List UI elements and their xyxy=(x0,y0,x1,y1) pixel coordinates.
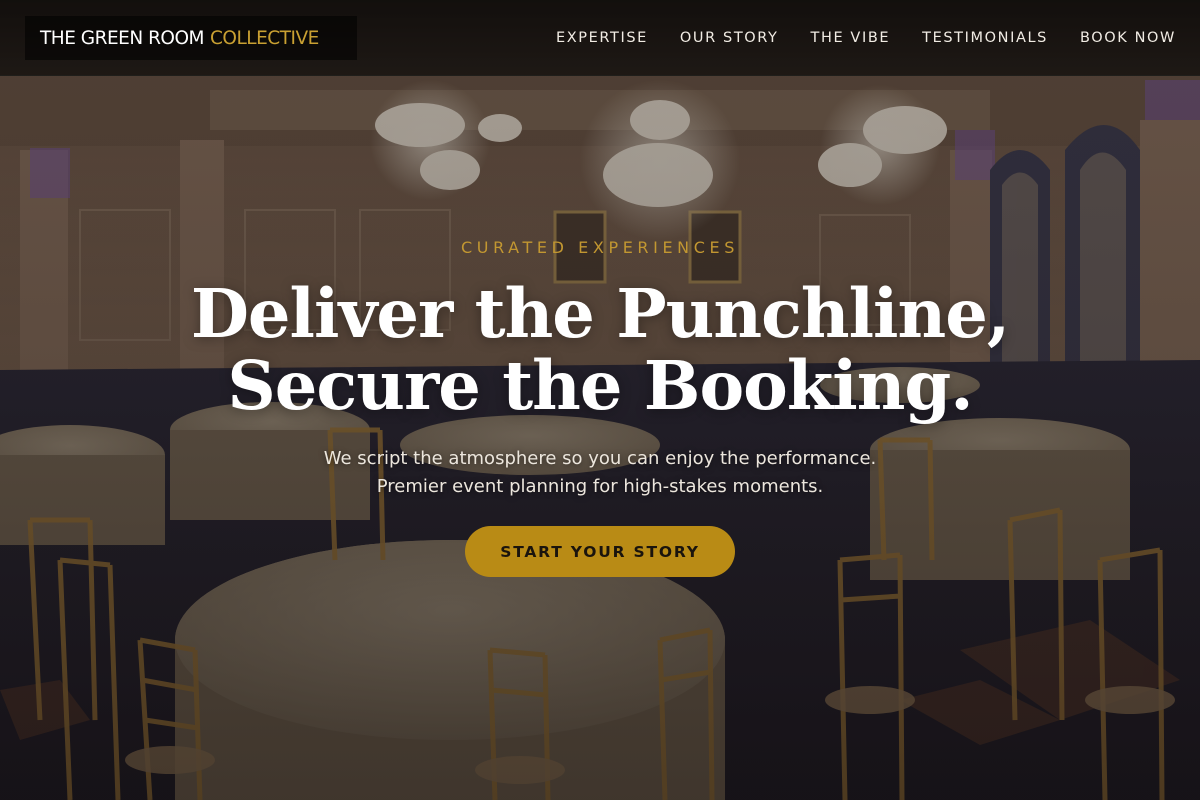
hero-eyebrow: CURATED EXPERIENCES xyxy=(461,238,739,257)
hero-subtext-line1: We script the atmosphere so you can enjo… xyxy=(323,448,877,469)
hero-headline-line2: Secure the Booking. xyxy=(227,346,973,425)
hero-headline: Deliver the Punchline, Secure the Bookin… xyxy=(0,278,1200,422)
hero-headline-line1: Deliver the Punchline, xyxy=(190,274,1010,353)
start-your-story-button[interactable]: START YOUR STORY xyxy=(465,526,735,577)
hero-subtext: We script the atmosphere so you can enjo… xyxy=(0,445,1200,501)
hero-section: CURATED EXPERIENCES Deliver the Punchlin… xyxy=(0,0,1200,800)
hero-subtext-line2: Premier event planning for high-stakes m… xyxy=(376,476,824,497)
